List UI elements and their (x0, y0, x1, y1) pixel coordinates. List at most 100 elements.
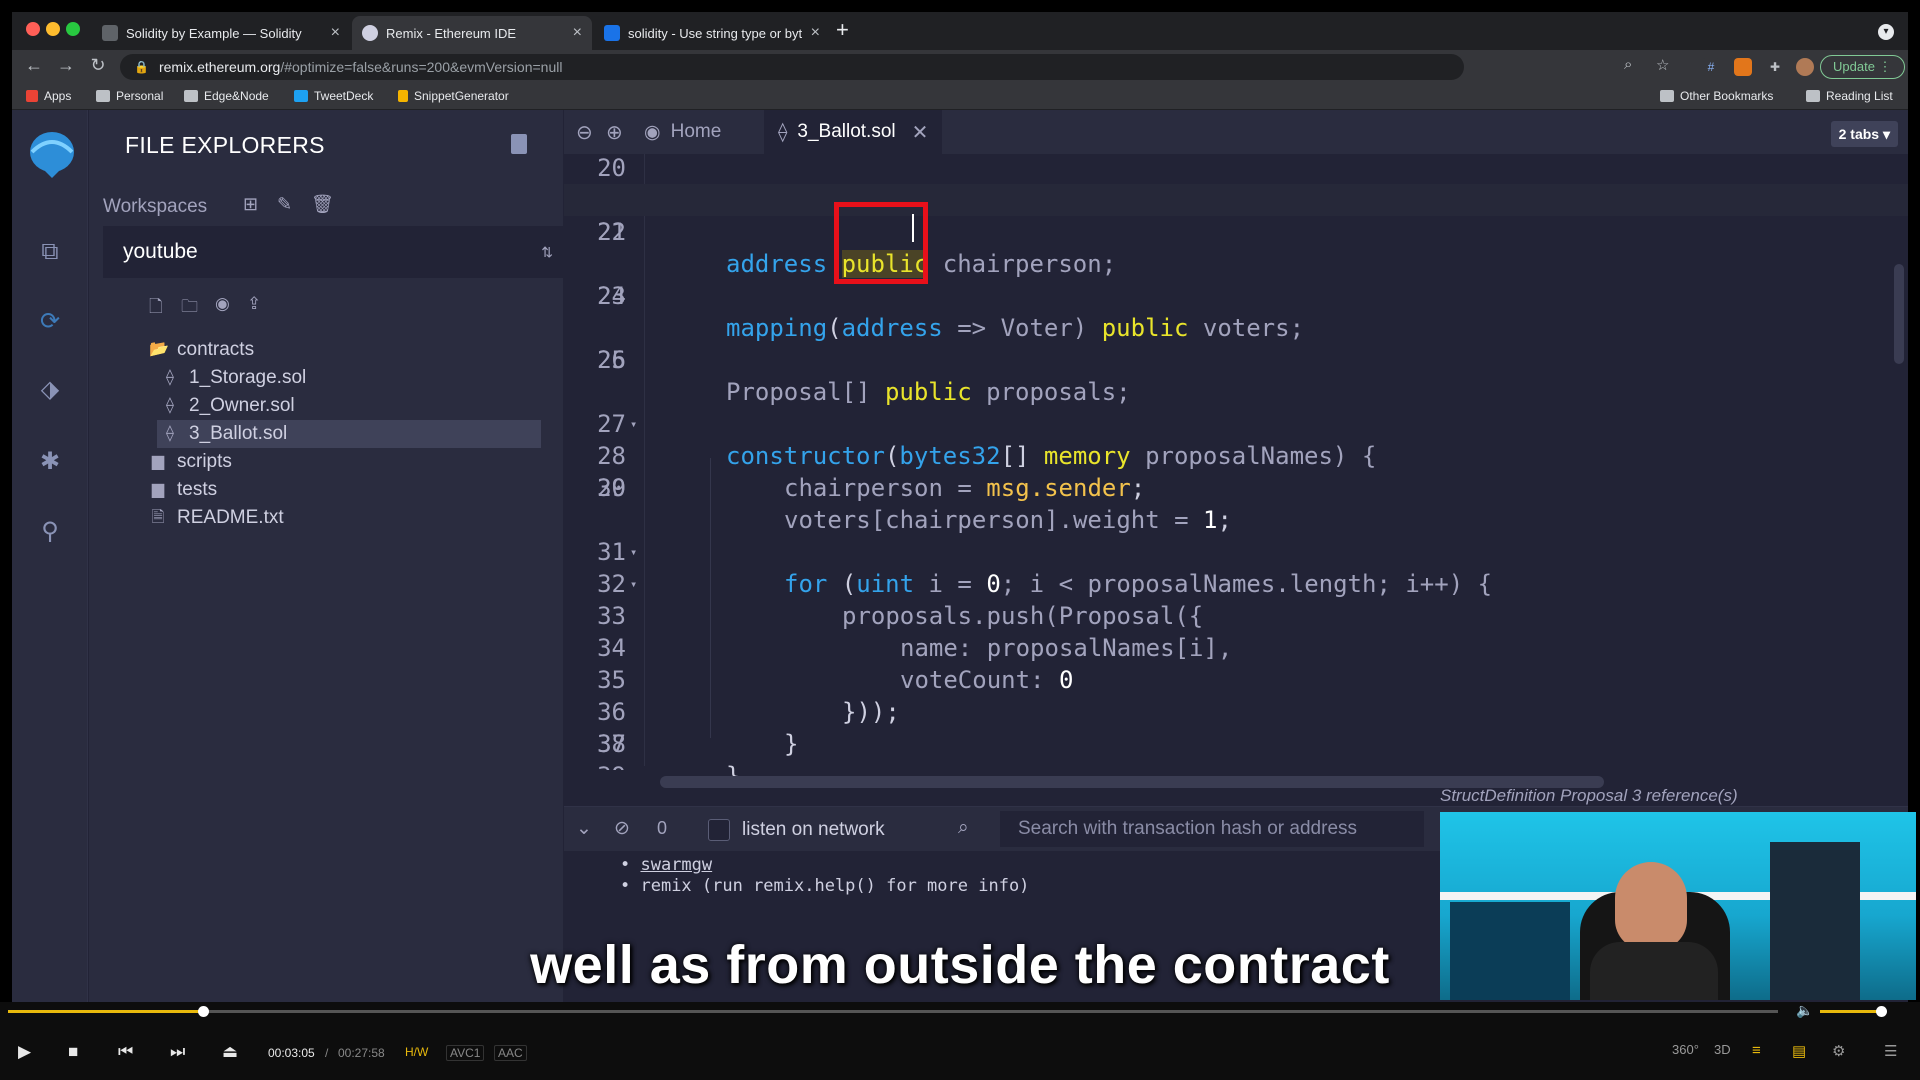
create-workspace-icon[interactable]: ⊞ (243, 194, 258, 215)
tree-item-ballot[interactable]: ⟠ 3_Ballot.sol (157, 420, 541, 448)
code-line: 25 Proposal[] public proposals; (564, 312, 1908, 406)
hashtag-extension-icon[interactable]: # (1702, 58, 1720, 76)
tree-item-storage[interactable]: ⟠ 1_Storage.sol (157, 364, 529, 392)
seek-handle[interactable] (197, 1006, 209, 1017)
tree-item-label: 3_Ballot.sol (189, 423, 288, 444)
next-icon[interactable]: ⏭ (170, 1042, 185, 1062)
address-bar[interactable]: 🔒 remix.ethereum.org/#optimize=false&run… (120, 54, 1464, 80)
code-line: 29 voters[chairperson].weight = 1; (564, 440, 1908, 534)
menu-icon[interactable]: ☰ (1884, 1042, 1897, 1060)
solidity-compiler-icon[interactable]: ⟳ (34, 306, 66, 338)
vertical-scrollbar[interactable] (1894, 264, 1904, 364)
tab-solidity-by-example[interactable]: Solidity by Example — Solidity × (92, 16, 350, 50)
new-file-icon[interactable]: 🗋 (149, 294, 163, 323)
new-tab-button[interactable]: + (836, 19, 849, 41)
zoom-in-icon[interactable]: ⊕ (606, 120, 623, 145)
close-tab-icon[interactable]: × (573, 24, 582, 42)
close-tab-icon[interactable]: × (811, 24, 820, 42)
collapse-terminal-icon[interactable]: ⌄ (576, 817, 592, 840)
previous-icon[interactable]: ⏮ (118, 1042, 133, 1062)
subtitles-icon[interactable]: ▤ (1792, 1042, 1806, 1060)
terminal-line: • remix (run remix.help() for more info) (620, 876, 1030, 896)
extensions-puzzle-icon[interactable]: ✚ (1766, 58, 1784, 76)
stop-icon[interactable]: ■ (68, 1042, 78, 1062)
bookmark-edge-node[interactable]: Edge&Node (184, 89, 269, 103)
seek-bar[interactable] (8, 1010, 1778, 1013)
tree-item-scripts[interactable]: ▆ scripts (149, 448, 529, 476)
bookmark-other[interactable]: Other Bookmarks (1660, 89, 1773, 103)
documentation-icon[interactable] (511, 134, 527, 154)
bookmark-snippet-generator[interactable]: SnippetGenerator (398, 89, 509, 103)
volume-slider[interactable] (1820, 1010, 1882, 1013)
folder-icon (1660, 90, 1674, 102)
zoom-out-icon[interactable]: ⊖ (576, 120, 593, 145)
tab-home[interactable]: ◉ Home (630, 110, 735, 154)
volume-icon[interactable]: 🔈 (1796, 1002, 1813, 1019)
clear-console-icon[interactable]: ⊘ (614, 817, 630, 840)
panel-title: FILE EXPLORERS (125, 132, 325, 158)
seek-progress (8, 1010, 203, 1013)
solidity-file-icon: ⟠ (166, 369, 174, 386)
workspace-select[interactable]: youtube ⇅ (103, 226, 565, 278)
bookmark-apps[interactable]: Apps (26, 89, 71, 103)
github-icon[interactable]: ◉ (215, 294, 230, 314)
play-icon[interactable]: ▶ (18, 1042, 31, 1062)
tree-item-readme[interactable]: 🗎 README.txt (149, 504, 529, 532)
code-area[interactable]: 20 21 address public chairperson; 22 23 … (564, 154, 1908, 790)
upload-icon[interactable]: ⇪ (247, 294, 261, 314)
code-line: 36 } (564, 664, 1908, 758)
hw-badge: H/W (405, 1045, 429, 1059)
tree-item-contracts[interactable]: 📂 contracts (149, 336, 529, 364)
settings-gear-icon[interactable]: ⚙ (1832, 1042, 1845, 1060)
transaction-search-input[interactable]: Search with transaction hash or address (1000, 811, 1424, 847)
file-explorer-icon[interactable]: ⧉ (34, 236, 66, 268)
volume-handle[interactable] (1876, 1006, 1888, 1017)
metamask-icon[interactable] (1734, 58, 1752, 76)
folder-icon (184, 90, 198, 102)
listen-on-network-checkbox[interactable] (708, 819, 730, 841)
tab-search-icon[interactable]: ▾ (1878, 24, 1894, 40)
deploy-run-icon[interactable]: ⬗ (34, 374, 66, 406)
3d-view-icon[interactable]: 3D (1714, 1042, 1731, 1057)
profile-avatar[interactable] (1796, 58, 1814, 76)
reading-list-icon (1806, 90, 1820, 102)
forward-icon[interactable]: → (54, 55, 78, 76)
plugin-manager-icon[interactable]: ⚲ (34, 516, 66, 548)
tab-ballot-sol[interactable]: ⟠ 3_Ballot.sol ✕ (764, 110, 943, 154)
debugger-bug-icon[interactable]: ✱ (34, 446, 66, 478)
terminal-link[interactable]: swarmgw (640, 855, 712, 875)
bookmark-personal[interactable]: Personal (96, 89, 163, 103)
close-window-button[interactable] (26, 22, 40, 36)
bookmark-label: TweetDeck (314, 89, 374, 103)
bookmark-star-icon[interactable]: ☆ (1656, 56, 1669, 74)
tabs-dropdown[interactable]: 2 tabs ▾ (1830, 121, 1898, 147)
line-number: 30 (597, 474, 626, 502)
bookmark-label: SnippetGenerator (414, 89, 509, 103)
new-folder-icon[interactable]: 🗀 (181, 294, 198, 323)
tree-item-tests[interactable]: ▆ tests (149, 476, 529, 504)
tab-remix[interactable]: Remix - Ethereum IDE × (352, 16, 592, 50)
back-icon[interactable]: ← (22, 55, 46, 76)
delete-workspace-icon[interactable]: 🗑 (311, 194, 334, 215)
code-line: 26 (564, 344, 1908, 376)
remix-logo-icon[interactable] (22, 126, 82, 180)
search-icon: ⌕ (958, 817, 969, 838)
zoom-window-button[interactable] (66, 22, 80, 36)
bookmark-reading-list[interactable]: Reading List (1806, 89, 1893, 103)
tab-strip: Solidity by Example — Solidity × Remix -… (12, 12, 1908, 50)
update-button[interactable]: Update ⋮ (1820, 55, 1905, 79)
close-tab-icon[interactable]: ✕ (912, 120, 929, 145)
tab-stackexchange[interactable]: solidity - Use string type or byt × (594, 16, 830, 50)
close-tab-icon[interactable]: × (331, 24, 340, 42)
360-view-icon[interactable]: 360° (1672, 1042, 1699, 1057)
zoom-icon[interactable]: ⌕ (1624, 56, 1632, 73)
code-line: 31 ▾ for (uint i = 0; i < proposalNames.l… (564, 504, 1908, 598)
reload-icon[interactable]: ↻ (86, 55, 110, 76)
playlist-search-icon[interactable]: ≡ (1752, 1042, 1761, 1059)
rename-workspace-icon[interactable]: ✎ (277, 194, 292, 215)
listen-on-network-label: listen on network (742, 819, 885, 840)
minimize-window-button[interactable] (46, 22, 60, 36)
eject-icon[interactable]: ⏏ (222, 1042, 238, 1062)
bookmark-tweetdeck[interactable]: TweetDeck (294, 89, 373, 103)
tree-item-owner[interactable]: ⟠ 2_Owner.sol (157, 392, 529, 420)
